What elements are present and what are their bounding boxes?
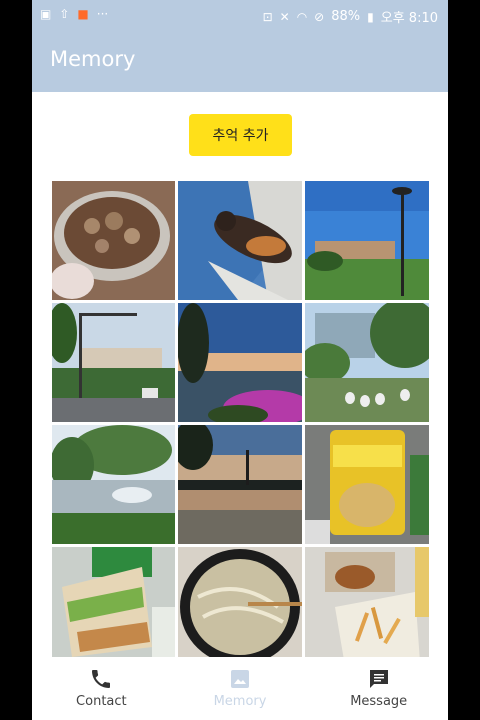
mute-icon: ✕ <box>279 9 290 24</box>
nav-message-label: Message <box>350 694 408 709</box>
upload-icon: ⇧ <box>59 7 70 21</box>
page-title: Memory <box>50 47 136 71</box>
photo-grilled-mushrooms[interactable] <box>52 181 175 300</box>
image-icon <box>231 670 249 688</box>
nav-message[interactable]: Message <box>309 657 448 720</box>
image-notification-icon: ▣ <box>40 7 52 21</box>
photo-street-traffic-light[interactable] <box>52 303 175 422</box>
phone-screen: ▣ ⇧ ■ ··· ⊡ ✕ ◠ ⊘ 88% ▮ 오후 8:10 Memory 추… <box>32 0 448 720</box>
more-notifications-icon: ··· <box>96 7 109 21</box>
photo-sandwich[interactable] <box>52 547 175 657</box>
nav-memory[interactable]: Memory <box>171 657 310 720</box>
status-time: 오후 8:10 <box>380 11 438 26</box>
nav-memory-label: Memory <box>213 694 267 709</box>
cast-icon: ⊡ <box>262 9 273 24</box>
photo-lake-sunset-reflection[interactable] <box>178 425 302 544</box>
photo-sunset-lake-flowers[interactable] <box>178 303 302 422</box>
photo-pond-fountain[interactable] <box>52 425 175 544</box>
add-memory-button[interactable]: 추억 추가 <box>189 114 292 156</box>
phone-icon <box>92 670 111 688</box>
photo-grid <box>52 181 429 657</box>
do-not-disturb-icon: ⊘ <box>314 9 325 24</box>
video-icon: ■ <box>77 7 89 21</box>
photo-fries-tray[interactable] <box>305 547 429 657</box>
message-icon <box>369 670 388 688</box>
nav-contact-label: Contact <box>76 694 127 709</box>
photo-park-geese[interactable] <box>305 303 429 422</box>
bottom-navigation: Contact Memory Message <box>32 657 448 720</box>
photo-campus-lamp-post[interactable] <box>305 181 429 300</box>
battery-icon: ▮ <box>367 9 374 24</box>
photo-cat-on-pavement[interactable] <box>178 181 302 300</box>
status-bar: ▣ ⇧ ■ ··· ⊡ ✕ ◠ ⊘ 88% ▮ 오후 8:10 <box>32 0 448 30</box>
photo-honey-butter-almond[interactable] <box>305 425 429 544</box>
wifi-icon: ◠ <box>296 9 308 24</box>
app-bar: Memory <box>32 30 448 92</box>
nav-contact[interactable]: Contact <box>32 657 171 720</box>
photo-noodle-soup[interactable] <box>178 547 302 657</box>
battery-percent: 88% <box>331 9 361 24</box>
